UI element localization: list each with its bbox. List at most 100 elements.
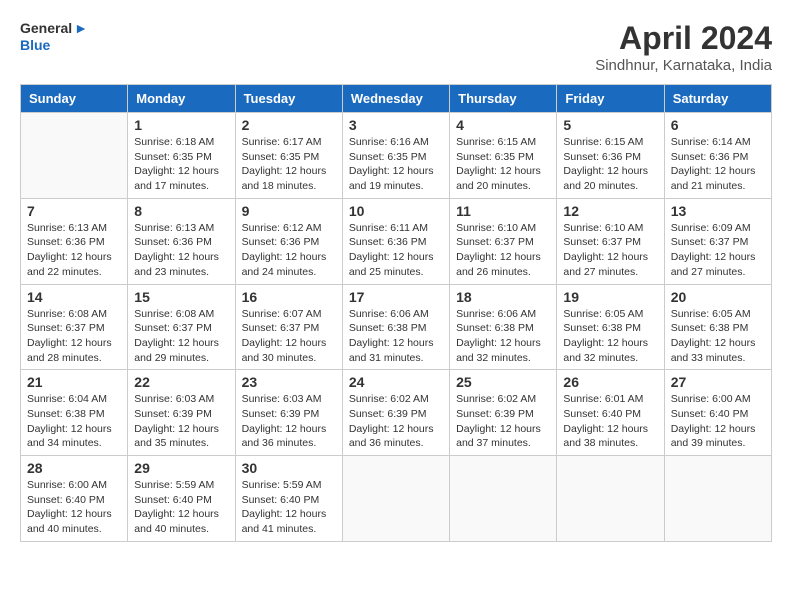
calendar-week-1: 1 Sunrise: 6:18 AM Sunset: 6:35 PM Daylig… <box>21 113 772 199</box>
calendar-week-4: 21 Sunrise: 6:04 AM Sunset: 6:38 PM Dayli… <box>21 370 772 456</box>
calendar-cell: 18 Sunrise: 6:06 AM Sunset: 6:38 PM Dayli… <box>450 284 557 370</box>
calendar-cell: 21 Sunrise: 6:04 AM Sunset: 6:38 PM Dayli… <box>21 370 128 456</box>
day-number: 27 <box>671 374 765 390</box>
calendar-cell: 22 Sunrise: 6:03 AM Sunset: 6:39 PM Dayli… <box>128 370 235 456</box>
calendar-cell: 2 Sunrise: 6:17 AM Sunset: 6:35 PM Daylig… <box>235 113 342 199</box>
day-info: Sunrise: 6:15 AM Sunset: 6:36 PM Dayligh… <box>563 135 657 194</box>
day-info: Sunrise: 6:02 AM Sunset: 6:39 PM Dayligh… <box>349 392 443 451</box>
calendar-cell: 17 Sunrise: 6:06 AM Sunset: 6:38 PM Dayli… <box>342 284 449 370</box>
day-number: 19 <box>563 289 657 305</box>
day-info: Sunrise: 6:05 AM Sunset: 6:38 PM Dayligh… <box>563 307 657 366</box>
day-number: 20 <box>671 289 765 305</box>
day-info: Sunrise: 6:06 AM Sunset: 6:38 PM Dayligh… <box>456 307 550 366</box>
day-number: 15 <box>134 289 228 305</box>
day-number: 18 <box>456 289 550 305</box>
calendar-week-3: 14 Sunrise: 6:08 AM Sunset: 6:37 PM Dayli… <box>21 284 772 370</box>
day-info: Sunrise: 6:03 AM Sunset: 6:39 PM Dayligh… <box>134 392 228 451</box>
day-number: 26 <box>563 374 657 390</box>
calendar-cell: 7 Sunrise: 6:13 AM Sunset: 6:36 PM Daylig… <box>21 198 128 284</box>
calendar-cell: 28 Sunrise: 6:00 AM Sunset: 6:40 PM Dayli… <box>21 456 128 542</box>
day-info: Sunrise: 6:08 AM Sunset: 6:37 PM Dayligh… <box>134 307 228 366</box>
calendar-cell: 30Sunrise: 5:59 AM Sunset: 6:40 PM Dayli… <box>235 456 342 542</box>
day-number: 6 <box>671 117 765 133</box>
day-number: 29 <box>134 460 228 476</box>
day-info: Sunrise: 6:17 AM Sunset: 6:35 PM Dayligh… <box>242 135 336 194</box>
weekday-header-tuesday: Tuesday <box>235 85 342 113</box>
day-info: Sunrise: 6:02 AM Sunset: 6:39 PM Dayligh… <box>456 392 550 451</box>
day-info: Sunrise: 6:13 AM Sunset: 6:36 PM Dayligh… <box>27 221 121 280</box>
day-info: Sunrise: 6:15 AM Sunset: 6:35 PM Dayligh… <box>456 135 550 194</box>
day-number: 12 <box>563 203 657 219</box>
calendar-cell: 24 Sunrise: 6:02 AM Sunset: 6:39 PM Dayli… <box>342 370 449 456</box>
day-info: Sunrise: 6:18 AM Sunset: 6:35 PM Dayligh… <box>134 135 228 194</box>
page-header: General►Blue April 2024 Sindhnur, Karnat… <box>20 20 772 74</box>
calendar-cell: 8 Sunrise: 6:13 AM Sunset: 6:36 PM Daylig… <box>128 198 235 284</box>
day-info: Sunrise: 6:16 AM Sunset: 6:35 PM Dayligh… <box>349 135 443 194</box>
day-number: 25 <box>456 374 550 390</box>
calendar-cell: 23Sunrise: 6:03 AM Sunset: 6:39 PM Dayli… <box>235 370 342 456</box>
calendar-cell: 15 Sunrise: 6:08 AM Sunset: 6:37 PM Dayli… <box>128 284 235 370</box>
day-number: 28 <box>27 460 121 476</box>
day-number: 17 <box>349 289 443 305</box>
weekday-header-monday: Monday <box>128 85 235 113</box>
weekday-header-friday: Friday <box>557 85 664 113</box>
calendar-cell <box>557 456 664 542</box>
day-info: Sunrise: 6:06 AM Sunset: 6:38 PM Dayligh… <box>349 307 443 366</box>
day-number: 16 <box>242 289 336 305</box>
day-info: Sunrise: 6:08 AM Sunset: 6:37 PM Dayligh… <box>27 307 121 366</box>
day-number: 22 <box>134 374 228 390</box>
day-info: Sunrise: 6:11 AM Sunset: 6:36 PM Dayligh… <box>349 221 443 280</box>
calendar-cell <box>664 456 771 542</box>
calendar-cell: 6 Sunrise: 6:14 AM Sunset: 6:36 PM Daylig… <box>664 113 771 199</box>
calendar-table: SundayMondayTuesdayWednesdayThursdayFrid… <box>20 84 772 542</box>
calendar-cell: 11 Sunrise: 6:10 AM Sunset: 6:37 PM Dayli… <box>450 198 557 284</box>
day-info: Sunrise: 6:00 AM Sunset: 6:40 PM Dayligh… <box>671 392 765 451</box>
weekday-header-saturday: Saturday <box>664 85 771 113</box>
day-number: 10 <box>349 203 443 219</box>
calendar-cell: 16Sunrise: 6:07 AM Sunset: 6:37 PM Dayli… <box>235 284 342 370</box>
day-info: Sunrise: 6:10 AM Sunset: 6:37 PM Dayligh… <box>563 221 657 280</box>
day-number: 8 <box>134 203 228 219</box>
day-number: 7 <box>27 203 121 219</box>
calendar-cell <box>450 456 557 542</box>
day-info: Sunrise: 5:59 AM Sunset: 6:40 PM Dayligh… <box>242 478 336 537</box>
day-info: Sunrise: 6:12 AM Sunset: 6:36 PM Dayligh… <box>242 221 336 280</box>
day-number: 3 <box>349 117 443 133</box>
day-info: Sunrise: 6:03 AM Sunset: 6:39 PM Dayligh… <box>242 392 336 451</box>
day-info: Sunrise: 6:13 AM Sunset: 6:36 PM Dayligh… <box>134 221 228 280</box>
calendar-cell: 3 Sunrise: 6:16 AM Sunset: 6:35 PM Daylig… <box>342 113 449 199</box>
day-info: Sunrise: 6:00 AM Sunset: 6:40 PM Dayligh… <box>27 478 121 537</box>
weekday-header-wednesday: Wednesday <box>342 85 449 113</box>
day-info: Sunrise: 6:01 AM Sunset: 6:40 PM Dayligh… <box>563 392 657 451</box>
calendar-cell: 14 Sunrise: 6:08 AM Sunset: 6:37 PM Dayli… <box>21 284 128 370</box>
calendar-cell <box>342 456 449 542</box>
day-number: 14 <box>27 289 121 305</box>
calendar-cell: 4 Sunrise: 6:15 AM Sunset: 6:35 PM Daylig… <box>450 113 557 199</box>
day-info: Sunrise: 6:09 AM Sunset: 6:37 PM Dayligh… <box>671 221 765 280</box>
day-info: Sunrise: 6:04 AM Sunset: 6:38 PM Dayligh… <box>27 392 121 451</box>
location: Sindhnur, Karnataka, India <box>595 57 772 74</box>
day-number: 2 <box>242 117 336 133</box>
calendar-cell: 27 Sunrise: 6:00 AM Sunset: 6:40 PM Dayli… <box>664 370 771 456</box>
calendar-cell: 5Sunrise: 6:15 AM Sunset: 6:36 PM Daylig… <box>557 113 664 199</box>
calendar-cell: 13 Sunrise: 6:09 AM Sunset: 6:37 PM Dayli… <box>664 198 771 284</box>
title-block: April 2024 Sindhnur, Karnataka, India <box>595 20 772 74</box>
day-number: 1 <box>134 117 228 133</box>
calendar-cell: 25 Sunrise: 6:02 AM Sunset: 6:39 PM Dayli… <box>450 370 557 456</box>
day-number: 11 <box>456 203 550 219</box>
calendar-cell: 10 Sunrise: 6:11 AM Sunset: 6:36 PM Dayli… <box>342 198 449 284</box>
calendar-cell: 1 Sunrise: 6:18 AM Sunset: 6:35 PM Daylig… <box>128 113 235 199</box>
logo-text: General►Blue <box>20 20 88 54</box>
month-title: April 2024 <box>595 20 772 57</box>
day-number: 13 <box>671 203 765 219</box>
day-number: 9 <box>242 203 336 219</box>
calendar-cell: 9 Sunrise: 6:12 AM Sunset: 6:36 PM Daylig… <box>235 198 342 284</box>
day-number: 4 <box>456 117 550 133</box>
day-info: Sunrise: 6:10 AM Sunset: 6:37 PM Dayligh… <box>456 221 550 280</box>
weekday-header-sunday: Sunday <box>21 85 128 113</box>
calendar-cell: 19 Sunrise: 6:05 AM Sunset: 6:38 PM Dayli… <box>557 284 664 370</box>
logo: General►Blue <box>20 20 88 54</box>
day-number: 24 <box>349 374 443 390</box>
day-number: 21 <box>27 374 121 390</box>
day-info: Sunrise: 6:14 AM Sunset: 6:36 PM Dayligh… <box>671 135 765 194</box>
